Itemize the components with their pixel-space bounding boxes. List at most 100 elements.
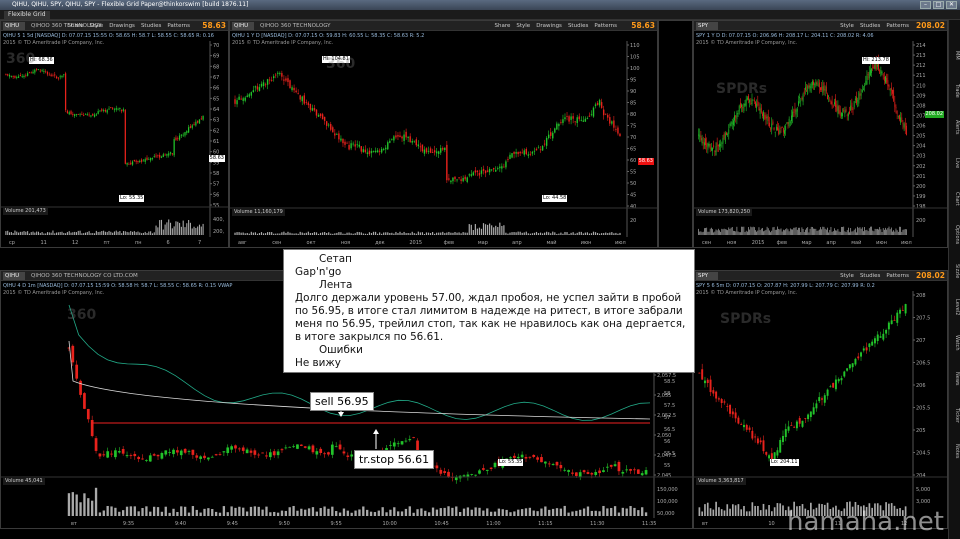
y-tick-label: 204.5: [916, 451, 930, 457]
side-tab-chart[interactable]: Chart: [950, 184, 960, 214]
volume-bar: [735, 231, 737, 235]
volume-bar: [846, 230, 848, 235]
volume-bar: [576, 232, 578, 235]
candle-body: [779, 440, 782, 453]
candle-body: [515, 152, 517, 154]
maximize-button[interactable]: □: [933, 1, 944, 9]
volume-bar: [245, 511, 249, 516]
candle-body: [809, 411, 812, 418]
volume-bar: [317, 233, 320, 235]
candle-body: [403, 134, 405, 141]
volume-bar: [818, 229, 820, 235]
candle-body: [385, 147, 387, 150]
candle-body: [785, 126, 787, 131]
side-tab-notes[interactable]: Notes: [950, 436, 960, 466]
side-tab-alerts[interactable]: Alerts: [950, 112, 960, 142]
close-button[interactable]: ✕: [946, 1, 957, 9]
candle-body: [899, 309, 902, 314]
candle-body: [728, 129, 730, 135]
volume-bar: [856, 232, 857, 235]
volume-bar: [740, 509, 743, 516]
minimize-button[interactable]: –: [920, 1, 931, 9]
side-tab-live[interactable]: Live: [950, 148, 960, 178]
candle-body: [814, 84, 816, 85]
volume-bar: [726, 229, 727, 235]
candle-body: [230, 446, 233, 450]
candle-body: [863, 88, 864, 90]
volume-bar: [303, 233, 305, 235]
candle-body: [36, 69, 38, 71]
candle-body: [380, 148, 383, 153]
volume-bar: [234, 232, 236, 235]
side-tab-options[interactable]: Options: [950, 220, 960, 250]
volume-bar: [176, 512, 179, 516]
volume-bar: [84, 232, 87, 235]
low-label: Lo: 204.11: [770, 459, 799, 466]
candle-body: [738, 105, 740, 112]
side-tab-watch[interactable]: Watch: [950, 328, 960, 358]
y-tick-label: 204: [916, 144, 926, 150]
candle-body: [896, 110, 898, 114]
volume-bar: [859, 227, 861, 235]
volume-bar: [175, 221, 177, 235]
volume-bar: [46, 232, 49, 235]
chart-pane-spy-5min[interactable]: SPY Style Studies Patterns 208.02 SPY 5 6 5m …: [693, 270, 948, 529]
x-tick-label: ср: [9, 240, 15, 246]
candle-body: [828, 95, 830, 97]
volume-bar: [780, 228, 782, 235]
volume-bar: [548, 232, 550, 235]
side-tab-mm[interactable]: MM: [950, 40, 960, 70]
volume-bar: [284, 510, 288, 516]
candle-body: [795, 421, 798, 429]
candle-body: [812, 407, 815, 415]
y-tick-label: 206: [916, 124, 926, 130]
y-tick-label: 205: [916, 134, 926, 140]
volume-bar: [266, 232, 269, 235]
volume-bar: [52, 230, 54, 235]
volume-bar: [230, 506, 233, 516]
volume-bar: [771, 230, 773, 235]
volume-tick-label: 50,000: [657, 511, 675, 517]
volume-bar: [796, 229, 798, 235]
candle-body: [352, 143, 354, 145]
candle-body: [840, 378, 843, 381]
candle-body: [594, 104, 597, 107]
volume-bar: [470, 509, 473, 516]
side-tab-trade[interactable]: Trade: [950, 76, 960, 106]
candle-body: [715, 391, 718, 399]
candle-body: [421, 144, 424, 152]
candle-body: [492, 167, 495, 170]
volume-bar: [748, 511, 751, 516]
volume-bar: [486, 508, 489, 516]
x-tick-label: 12: [72, 240, 78, 246]
volume-bar: [338, 232, 340, 235]
volume-bar: [900, 226, 901, 235]
volume-bar: [226, 512, 229, 516]
chart-pane-qihu-intraday[interactable]: QIHU QIHOO 360 TECHNOLOGY Share Style Drawin…: [0, 20, 229, 248]
candle-body: [856, 96, 857, 104]
chart-pane-spy-daily[interactable]: SPY Style Studies Patterns 208.02 SPY 1 Y D D…: [693, 20, 948, 248]
volume-bar: [588, 233, 591, 235]
candle-body: [5, 74, 7, 76]
volume-bar: [466, 507, 470, 516]
volume-bar: [150, 231, 152, 235]
volume-bar: [712, 509, 715, 516]
candle-body: [865, 347, 868, 351]
trade-note-panel: Сетап Gap'n'go Лента Долго держали урове…: [283, 249, 695, 373]
candle-body: [241, 447, 245, 451]
volume-bar: [722, 229, 724, 235]
candle-body: [540, 457, 543, 463]
candle-body: [605, 466, 609, 468]
chart-pane-qihu-daily[interactable]: QIHU QIHOO 360 TECHNOLOGY Share Style Drawin…: [229, 20, 658, 248]
volume-bar: [841, 226, 842, 235]
candle-body: [765, 115, 767, 120]
volume-bar: [30, 232, 32, 235]
candle-body: [268, 79, 271, 81]
volume-bar: [332, 233, 334, 235]
volume-bar: [773, 226, 775, 235]
side-tab-news[interactable]: News: [950, 364, 960, 394]
side-tab-ticker[interactable]: Ticker: [950, 400, 960, 430]
tab-flexible-grid[interactable]: Flexible Grid: [4, 11, 50, 19]
side-tab-level2[interactable]: Level2: [950, 292, 960, 322]
side-tab-sizzle[interactable]: Sizzle: [950, 256, 960, 286]
